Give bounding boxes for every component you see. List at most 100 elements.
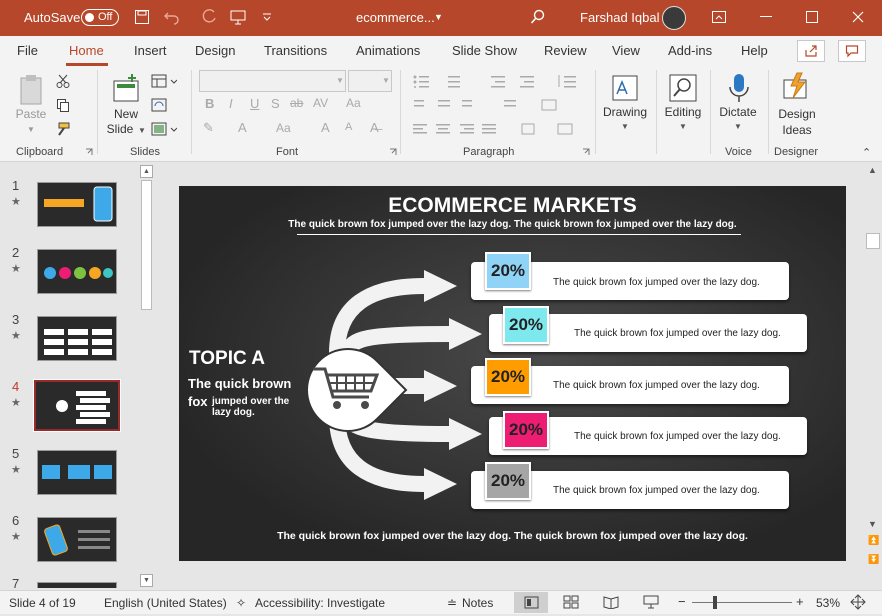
scroll-thumb[interactable] — [866, 233, 880, 249]
slide-thumbnail-1[interactable] — [37, 182, 117, 227]
next-slide-icon[interactable]: ⏬ — [868, 554, 879, 565]
tab-file[interactable]: File — [17, 43, 38, 58]
accessibility-status[interactable]: Accessibility: Investigate — [255, 596, 385, 610]
drawing-label[interactable]: Drawing — [598, 105, 652, 119]
line-spacing-icon[interactable] — [554, 72, 580, 90]
copy-icon[interactable] — [54, 96, 72, 114]
presentation-icon[interactable] — [228, 7, 248, 27]
zoom-slider-track[interactable] — [692, 602, 792, 603]
tab-view[interactable]: View — [612, 43, 640, 58]
scroll-thumb[interactable] — [141, 180, 152, 310]
notes-icon[interactable]: ≐ — [447, 596, 457, 610]
italic-icon[interactable]: I — [229, 96, 233, 111]
bold-icon[interactable]: B — [205, 96, 214, 111]
design-ideas-label-2[interactable]: Ideas — [774, 123, 820, 137]
thumbnail-scrollbar[interactable]: ▲ ▼ — [140, 165, 153, 587]
scroll-down-icon[interactable]: ▼ — [140, 574, 153, 587]
minimize-icon[interactable] — [756, 7, 776, 27]
dictate-label[interactable]: Dictate — [714, 105, 762, 119]
highlight-icon[interactable]: ✎ — [203, 120, 214, 136]
paste-icon[interactable] — [14, 72, 48, 108]
text-direction-icons[interactable] — [410, 96, 570, 114]
change-case-icon-2[interactable]: Aa — [276, 121, 291, 135]
slide-scrollbar[interactable]: ▲ ▼ ⏫ ⏬ — [865, 163, 882, 588]
strikethrough-icon[interactable]: ab — [290, 96, 303, 110]
reading-view-icon[interactable] — [603, 595, 619, 612]
section-icon[interactable] — [150, 120, 178, 138]
scroll-up-icon[interactable]: ▲ — [868, 165, 877, 175]
tab-transitions[interactable]: Transitions — [264, 43, 327, 58]
close-icon[interactable] — [848, 7, 868, 27]
accessibility-icon[interactable]: ✧ — [236, 596, 246, 610]
language[interactable]: English (United States) — [104, 596, 227, 610]
design-ideas-icon[interactable] — [779, 71, 813, 105]
character-spacing-icon[interactable]: AV — [313, 96, 328, 110]
change-case-icon[interactable]: Aa — [346, 96, 361, 110]
shadow-icon[interactable]: S — [271, 96, 280, 111]
title-chevron-down-icon[interactable]: ▼ — [434, 12, 443, 22]
maximize-icon[interactable] — [802, 7, 822, 27]
zoom-out-icon[interactable]: − — [678, 594, 686, 609]
slide-thumbnail-4[interactable] — [33, 379, 121, 432]
zoom-level[interactable]: 53% — [816, 596, 840, 610]
undo-icon[interactable] — [162, 7, 182, 27]
underline-icon[interactable]: U — [250, 96, 259, 111]
design-ideas-label-1[interactable]: Design — [774, 107, 820, 121]
font-chevron-down-icon[interactable]: ▼ — [336, 76, 344, 85]
new-slide-label-1[interactable]: New — [106, 107, 146, 121]
search-icon[interactable] — [528, 7, 548, 27]
alignment-icons[interactable] — [410, 120, 580, 138]
paste-chevron-down-icon[interactable]: ▼ — [27, 125, 35, 134]
reset-icon[interactable] — [150, 96, 168, 114]
slide[interactable]: ECOMMERCE MARKETS The quick brown fox ju… — [179, 186, 846, 561]
slide-thumbnail-7[interactable] — [37, 582, 117, 588]
previous-slide-icon[interactable]: ⏫ — [868, 535, 879, 546]
new-slide-chevron-down-icon[interactable]: ▼ — [138, 126, 146, 135]
drawing-chevron-down-icon[interactable]: ▼ — [621, 122, 629, 131]
zoom-in-icon[interactable]: + — [796, 594, 804, 609]
tab-design[interactable]: Design — [195, 43, 235, 58]
clipboard-launcher-icon[interactable] — [84, 147, 94, 157]
scroll-up-icon[interactable]: ▲ — [140, 165, 153, 178]
indent-icons[interactable] — [488, 72, 548, 90]
share-button[interactable] — [797, 40, 825, 62]
new-slide-label-2[interactable]: Slide — [102, 122, 138, 136]
font-color-icon[interactable]: A — [238, 120, 247, 135]
user-name[interactable]: Farshad Iqbal — [580, 10, 660, 25]
slide-thumbnail-2[interactable] — [37, 249, 117, 294]
font-name-dropdown[interactable] — [199, 70, 346, 92]
clear-format-icon[interactable]: A̶ — [370, 120, 379, 135]
avatar[interactable] — [662, 6, 686, 30]
ribbon-display-icon[interactable] — [709, 7, 729, 27]
comments-button[interactable] — [838, 40, 866, 62]
drawing-icon[interactable] — [608, 71, 642, 105]
format-painter-icon[interactable] — [54, 120, 72, 138]
document-title[interactable]: ecommerce... — [356, 10, 435, 25]
bullets-icon[interactable] — [410, 72, 470, 90]
slide-thumbnail-3[interactable] — [37, 316, 117, 361]
layout-icon[interactable] — [150, 72, 178, 90]
microphone-icon[interactable] — [722, 71, 756, 105]
normal-view-button[interactable] — [514, 592, 548, 613]
tab-slide-show[interactable]: Slide Show — [452, 43, 517, 58]
autosave-toggle[interactable]: Off — [81, 9, 119, 26]
slide-sorter-icon[interactable] — [563, 595, 579, 612]
paste-label[interactable]: Paste — [14, 107, 48, 121]
tab-animations[interactable]: Animations — [356, 43, 420, 58]
dictate-chevron-down-icon[interactable]: ▼ — [734, 122, 742, 131]
editing-label[interactable]: Editing — [660, 105, 706, 119]
editing-chevron-down-icon[interactable]: ▼ — [679, 122, 687, 131]
collapse-ribbon-icon[interactable]: ⌃ — [862, 146, 871, 159]
font-launcher-icon[interactable] — [388, 147, 398, 157]
editing-icon[interactable] — [666, 71, 700, 105]
tab-add-ins[interactable]: Add-ins — [668, 43, 712, 58]
qat-dropdown-icon[interactable] — [257, 7, 277, 27]
size-chevron-down-icon[interactable]: ▼ — [382, 76, 390, 85]
cut-icon[interactable] — [54, 72, 72, 90]
tab-help[interactable]: Help — [741, 43, 768, 58]
slide-thumbnail-5[interactable] — [37, 450, 117, 495]
scroll-down-icon[interactable]: ▼ — [868, 519, 877, 529]
slide-show-icon[interactable] — [643, 595, 659, 612]
new-slide-icon[interactable] — [109, 72, 143, 106]
slide-thumbnail-6[interactable] — [37, 517, 117, 562]
